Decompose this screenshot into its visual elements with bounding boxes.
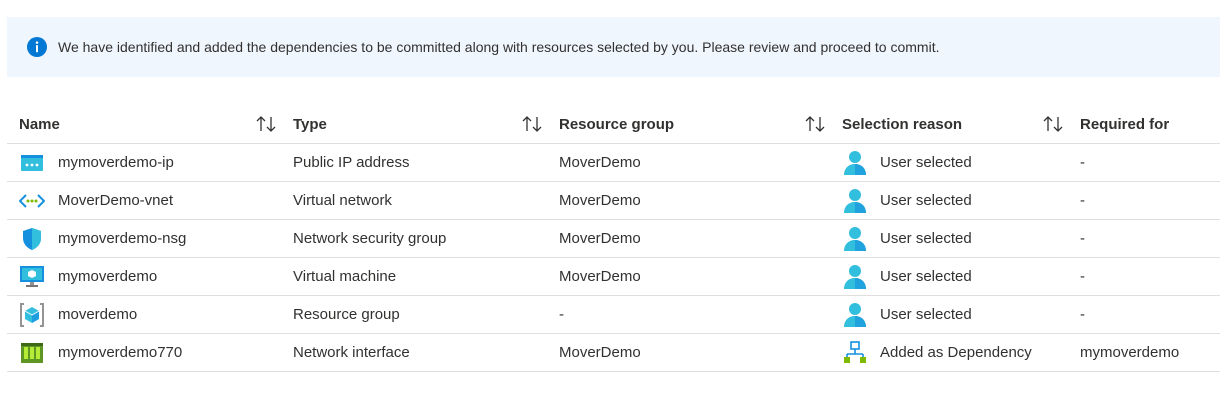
resource-name: mymoverdemo-nsg [58,230,187,247]
column-header-label: Type [293,115,327,133]
public-ip-icon [19,150,45,176]
required-for-value: - [1080,257,1220,296]
dependency-icon [842,340,868,366]
resource-type: Network interface [293,333,559,372]
column-header-label: Required for [1080,115,1170,133]
resource-group-value: - [559,295,842,334]
resources-table: Name Type Resource group Selection reaso… [7,105,1220,372]
resource-name: moverdemo [58,306,138,323]
resource-group-value: MoverDemo [559,219,842,258]
page: We have identified and added the depende… [0,0,1220,401]
user-icon [842,302,868,328]
column-header-type[interactable]: Type [293,105,559,144]
column-header-required-for[interactable]: Required for [1080,105,1220,144]
resource-name: mymoverdemo770 [58,344,183,361]
user-icon [842,150,868,176]
table-row[interactable]: mymoverdemo770 Network interface MoverDe… [7,333,1220,372]
selection-reason: User selected [880,192,972,209]
resource-type: Resource group [293,295,559,334]
table-row[interactable]: mymoverdemo-nsg Network security group M… [7,219,1220,258]
column-header-label: Selection reason [842,115,963,133]
user-icon [842,188,868,214]
info-banner: We have identified and added the depende… [7,17,1220,77]
network-interface-icon [19,340,45,366]
table-row[interactable]: mymoverdemo Virtual machine MoverDemo Us… [7,257,1220,296]
user-icon [842,226,868,252]
resource-group-value: MoverDemo [559,143,842,182]
table-row[interactable]: MoverDemo-vnet Virtual network MoverDemo… [7,181,1220,220]
resource-type: Network security group [293,219,559,258]
required-for-value: - [1080,295,1220,334]
column-header-selection-reason[interactable]: Selection reason [842,105,1080,144]
table-row[interactable]: moverdemo Resource group - User selected… [7,295,1220,334]
selection-reason: User selected [880,268,972,285]
resource-name: mymoverdemo-ip [58,154,174,171]
column-header-label: Resource group [559,115,675,133]
network-security-group-icon [19,226,45,252]
sort-icon[interactable] [804,115,826,133]
table-header-row: Name Type Resource group Selection reaso… [7,105,1220,144]
resource-name: MoverDemo-vnet [58,192,174,209]
virtual-machine-icon [19,264,45,290]
sort-icon[interactable] [255,115,277,133]
selection-reason: User selected [880,230,972,247]
table-row[interactable]: mymoverdemo-ip Public IP address MoverDe… [7,143,1220,182]
resource-group-value: MoverDemo [559,181,842,220]
resource-group-icon [19,302,45,328]
resource-type: Public IP address [293,143,559,182]
resource-group-value: MoverDemo [559,257,842,296]
info-icon [27,37,47,57]
resource-group-value: MoverDemo [559,333,842,372]
resource-type: Virtual machine [293,257,559,296]
resource-type: Virtual network [293,181,559,220]
sort-icon[interactable] [1042,115,1064,133]
selection-reason: User selected [880,306,972,323]
banner-message: We have identified and added the depende… [58,39,940,55]
column-header-name[interactable]: Name [7,105,293,144]
required-for-value: - [1080,143,1220,182]
selection-reason: Added as Dependency [880,344,1032,361]
required-for-value: mymoverdemo [1080,333,1220,372]
required-for-value: - [1080,181,1220,220]
virtual-network-icon [19,188,45,214]
column-header-resource-group[interactable]: Resource group [559,105,842,144]
column-header-label: Name [19,115,60,133]
resource-name: mymoverdemo [58,268,158,285]
user-icon [842,264,868,290]
sort-icon[interactable] [521,115,543,133]
required-for-value: - [1080,219,1220,258]
selection-reason: User selected [880,154,972,171]
